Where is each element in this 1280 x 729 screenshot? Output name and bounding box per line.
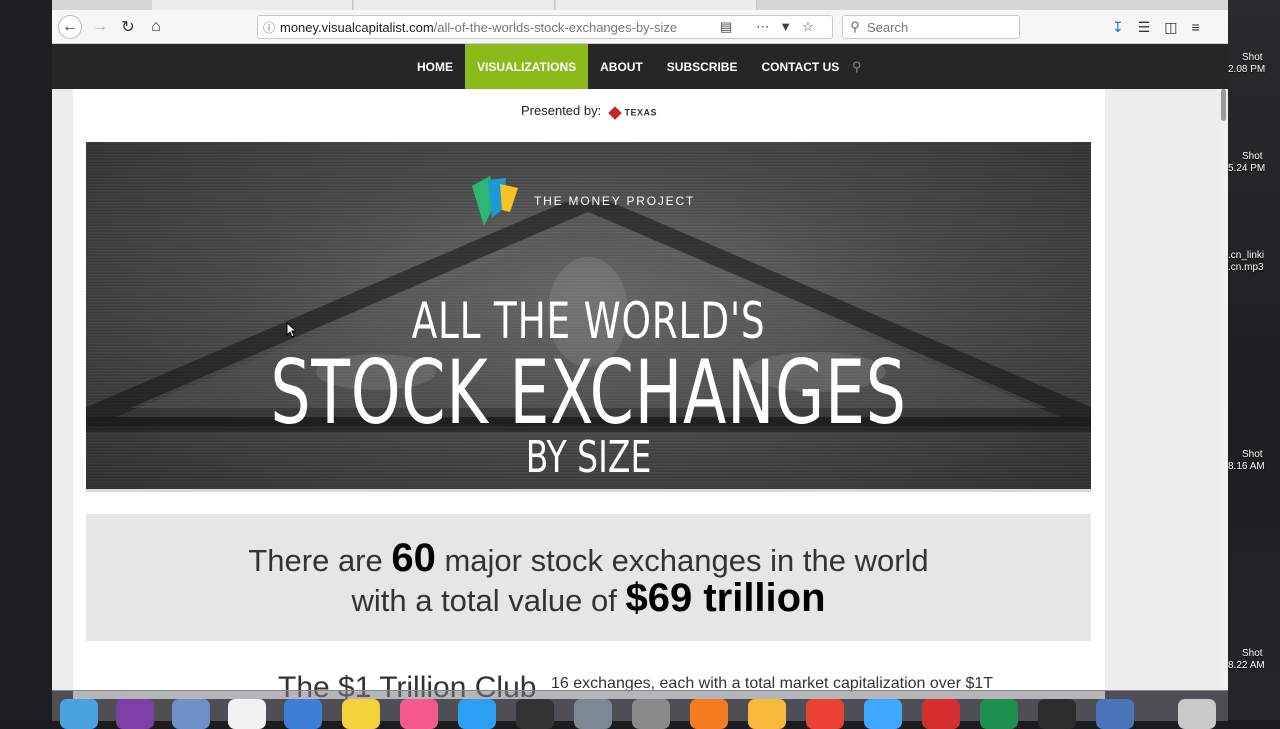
total-value: $69 trillion bbox=[625, 576, 826, 620]
nav-item-visualizations[interactable]: VISUALIZATIONS bbox=[465, 44, 589, 89]
url-path: /all-of-the-worlds-stock-exchanges-by-si… bbox=[433, 19, 678, 35]
home-icon: ⌂ bbox=[151, 18, 161, 35]
browser-tab[interactable] bbox=[152, 0, 353, 10]
calendar-icon[interactable] bbox=[228, 699, 266, 729]
desktop-file-ext: .cn.mp3 bbox=[1228, 262, 1264, 273]
desktop-file-name: Shot bbox=[1242, 52, 1263, 63]
quicktime-icon[interactable] bbox=[1096, 699, 1134, 729]
pocket-icon[interactable]: ▼ bbox=[779, 19, 792, 35]
desktop-file-name: .cn_linki bbox=[1228, 250, 1265, 261]
desktop-background-right bbox=[1228, 0, 1280, 720]
hero-title-line-3: BY SIZE bbox=[525, 432, 652, 483]
search-bar[interactable]: ⚲ Search bbox=[842, 15, 1020, 39]
stat-suffix-1: major stock exchanges in the world bbox=[435, 543, 929, 578]
safari-icon[interactable] bbox=[864, 699, 902, 729]
firefox-icon[interactable] bbox=[690, 699, 728, 729]
reload-button[interactable]: ↻ bbox=[116, 15, 140, 39]
stat-line-2: with a total value of $69 trillion bbox=[86, 576, 1091, 621]
url-bar-actions: ▤ ⋯ ▼ ☆ bbox=[720, 19, 814, 35]
scrollbar-thumb[interactable] bbox=[1221, 89, 1226, 121]
menu-icon[interactable]: ≡ bbox=[1192, 19, 1200, 36]
exchange-count: 60 bbox=[391, 536, 436, 580]
mouse-cursor-icon bbox=[286, 322, 296, 338]
tab-strip bbox=[52, 0, 1228, 10]
app-store-icon[interactable] bbox=[458, 699, 496, 729]
url-host: money.visualcapitalist.com bbox=[280, 19, 434, 35]
library-icon[interactable]: ☰ bbox=[1138, 19, 1151, 36]
chrome-icon[interactable] bbox=[806, 699, 844, 729]
stat-line-1: There are 60 major stock exchanges in th… bbox=[86, 536, 1091, 581]
desktop-file-4[interactable]: Shot 8.16 AM bbox=[1228, 449, 1280, 473]
bookmark-star-icon[interactable]: ☆ bbox=[802, 19, 814, 35]
nav-item-about[interactable]: ABOUT bbox=[588, 44, 655, 89]
desktop-file-name: Shot bbox=[1242, 648, 1263, 659]
siri-icon[interactable] bbox=[116, 699, 154, 729]
desktop-file-2[interactable]: Shot 5.24 PM bbox=[1228, 151, 1280, 175]
search-icon[interactable]: ⚲ bbox=[852, 59, 866, 74]
arrow-left-icon: ← bbox=[62, 18, 78, 35]
word-icon[interactable] bbox=[284, 699, 322, 729]
nav-item-home[interactable]: HOME bbox=[405, 44, 465, 89]
search-icon: ⚲ bbox=[850, 19, 860, 34]
sidebar-icon[interactable]: ◫ bbox=[1164, 19, 1177, 36]
site-navigation: HOME VISUALIZATIONS ABOUT SUBSCRIBE CONT… bbox=[52, 44, 1228, 89]
article-content: Presented by: TEXAS THE MONEY PROJECT AL… bbox=[73, 89, 1105, 704]
browser-tab[interactable] bbox=[354, 0, 555, 10]
desktop-file-name: Shot bbox=[1242, 151, 1263, 162]
sponsor-logo-text: TEXAS bbox=[624, 107, 657, 118]
desktop-file-time: 5.24 PM bbox=[1228, 163, 1266, 174]
excel-icon[interactable] bbox=[980, 699, 1018, 729]
camera-app-icon[interactable] bbox=[1038, 699, 1076, 729]
presented-by: Presented by: TEXAS bbox=[73, 103, 1105, 120]
trash-icon[interactable] bbox=[1178, 699, 1216, 729]
mail-icon[interactable] bbox=[172, 699, 210, 729]
browser-tab[interactable] bbox=[556, 0, 757, 10]
browser-toolbar: ← → ↻ ⌂ ⓘ money.visualcapitalist.com /al… bbox=[52, 10, 1228, 44]
toolbar-right-icons: ↧ ☰ ◫ ≡ bbox=[1112, 19, 1200, 36]
desktop-file-1[interactable]: Shot 2.08 PM bbox=[1228, 52, 1280, 76]
acrobat-icon[interactable] bbox=[922, 699, 960, 729]
hero-banner: THE MONEY PROJECT ALL THE WORLD'S STOCK … bbox=[86, 142, 1091, 492]
stat-prefix-2: with a total value of bbox=[351, 583, 626, 618]
presented-by-label: Presented by: bbox=[521, 103, 602, 118]
stat-prefix-1: There are bbox=[248, 543, 392, 578]
nav-menu: HOME VISUALIZATIONS ABOUT SUBSCRIBE CONT… bbox=[405, 44, 851, 89]
system-preferences-icon[interactable] bbox=[632, 699, 670, 729]
money-project-logo-icon bbox=[472, 176, 518, 226]
desktop-file-5[interactable]: Shot 8.22 AM bbox=[1228, 648, 1280, 672]
summary-stat-box: There are 60 major stock exchanges in th… bbox=[86, 514, 1091, 641]
forward-button[interactable]: → bbox=[88, 15, 112, 39]
page-scrollbar[interactable] bbox=[1220, 89, 1228, 690]
activity-monitor-icon[interactable] bbox=[516, 699, 554, 729]
finder-icon[interactable] bbox=[60, 699, 98, 729]
desktop-file-time: 8.22 AM bbox=[1228, 660, 1265, 671]
hero-title-line-2: STOCK EXCHANGES bbox=[270, 341, 907, 444]
search-placeholder: Search bbox=[867, 19, 909, 35]
desktop-file-time: 2.08 PM bbox=[1228, 64, 1266, 75]
page-actions-icon[interactable]: ⋯ bbox=[756, 19, 769, 35]
notes-icon[interactable] bbox=[342, 699, 380, 729]
desktop-background-left bbox=[0, 0, 52, 720]
reload-icon: ↻ bbox=[121, 19, 135, 36]
photos-icon[interactable] bbox=[748, 699, 786, 729]
money-project-brand: THE MONEY PROJECT bbox=[466, 172, 695, 230]
nav-item-subscribe[interactable]: SUBSCRIBE bbox=[655, 44, 750, 89]
reader-view-icon[interactable]: ▤ bbox=[720, 19, 732, 35]
arrow-right-icon: → bbox=[92, 18, 108, 35]
launchpad-icon[interactable] bbox=[574, 699, 612, 729]
texas-shape-icon bbox=[608, 105, 622, 120]
info-icon[interactable]: ⓘ bbox=[258, 19, 280, 36]
back-button[interactable]: ← bbox=[58, 15, 82, 39]
brand-title: THE MONEY PROJECT bbox=[534, 194, 696, 208]
music-icon[interactable] bbox=[400, 699, 438, 729]
nav-item-contact-us[interactable]: CONTACT US bbox=[749, 44, 851, 89]
home-button[interactable]: ⌂ bbox=[144, 15, 168, 39]
desktop-file-3[interactable]: .cn_linki .cn.mp3 bbox=[1228, 250, 1280, 274]
download-icon[interactable]: ↧ bbox=[1112, 19, 1124, 36]
desktop-file-time: 8.16 AM bbox=[1228, 461, 1265, 472]
desktop-file-name: Shot bbox=[1242, 449, 1263, 460]
macos-dock bbox=[52, 690, 1228, 729]
sponsor-logo[interactable]: TEXAS bbox=[608, 104, 657, 120]
